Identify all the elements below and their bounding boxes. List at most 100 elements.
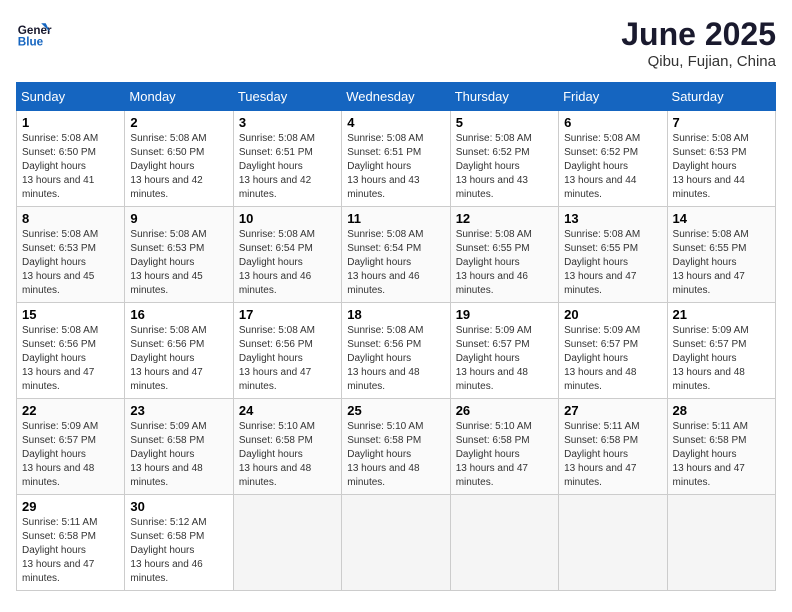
calendar-day-5: 5 Sunrise: 5:08 AM Sunset: 6:52 PM Dayli… <box>450 111 558 207</box>
day-info: Sunrise: 5:08 AM Sunset: 6:55 PM Dayligh… <box>673 228 770 298</box>
day-info: Sunrise: 5:08 AM Sunset: 6:53 PM Dayligh… <box>22 228 119 298</box>
day-info: Sunrise: 5:09 AM Sunset: 6:57 PM Dayligh… <box>564 324 661 394</box>
day-info: Sunrise: 5:08 AM Sunset: 6:54 PM Dayligh… <box>239 228 336 298</box>
calendar-day-18: 18 Sunrise: 5:08 AM Sunset: 6:56 PM Dayl… <box>342 303 450 399</box>
day-number: 13 <box>564 211 661 226</box>
calendar-day-25: 25 Sunrise: 5:10 AM Sunset: 6:58 PM Dayl… <box>342 399 450 495</box>
day-info: Sunrise: 5:08 AM Sunset: 6:56 PM Dayligh… <box>347 324 444 394</box>
day-number: 7 <box>673 115 770 130</box>
day-info: Sunrise: 5:09 AM Sunset: 6:58 PM Dayligh… <box>130 420 227 490</box>
day-info: Sunrise: 5:09 AM Sunset: 6:57 PM Dayligh… <box>673 324 770 394</box>
day-info: Sunrise: 5:08 AM Sunset: 6:56 PM Dayligh… <box>22 324 119 394</box>
day-number: 18 <box>347 307 444 322</box>
day-number: 14 <box>673 211 770 226</box>
day-number: 30 <box>130 499 227 514</box>
weekday-header-row: Sunday Monday Tuesday Wednesday Thursday… <box>17 83 776 111</box>
calendar-day-21: 21 Sunrise: 5:09 AM Sunset: 6:57 PM Dayl… <box>667 303 775 399</box>
calendar-day-28: 28 Sunrise: 5:11 AM Sunset: 6:58 PM Dayl… <box>667 399 775 495</box>
day-info: Sunrise: 5:10 AM Sunset: 6:58 PM Dayligh… <box>239 420 336 490</box>
calendar-day-17: 17 Sunrise: 5:08 AM Sunset: 6:56 PM Dayl… <box>233 303 341 399</box>
day-info: Sunrise: 5:08 AM Sunset: 6:55 PM Dayligh… <box>456 228 553 298</box>
day-info: Sunrise: 5:09 AM Sunset: 6:57 PM Dayligh… <box>456 324 553 394</box>
day-info: Sunrise: 5:09 AM Sunset: 6:57 PM Dayligh… <box>22 420 119 490</box>
header-monday: Monday <box>125 83 233 111</box>
calendar-week-row: 15 Sunrise: 5:08 AM Sunset: 6:56 PM Dayl… <box>17 303 776 399</box>
calendar-day-13: 13 Sunrise: 5:08 AM Sunset: 6:55 PM Dayl… <box>559 207 667 303</box>
calendar-day-3: 3 Sunrise: 5:08 AM Sunset: 6:51 PM Dayli… <box>233 111 341 207</box>
logo-icon: General Blue <box>16 16 52 52</box>
day-number: 17 <box>239 307 336 322</box>
calendar-empty-cell <box>342 495 450 591</box>
header-thursday: Thursday <box>450 83 558 111</box>
day-number: 10 <box>239 211 336 226</box>
day-info: Sunrise: 5:08 AM Sunset: 6:54 PM Dayligh… <box>347 228 444 298</box>
day-info: Sunrise: 5:11 AM Sunset: 6:58 PM Dayligh… <box>673 420 770 490</box>
day-number: 12 <box>456 211 553 226</box>
day-number: 4 <box>347 115 444 130</box>
calendar-empty-cell <box>667 495 775 591</box>
calendar-day-12: 12 Sunrise: 5:08 AM Sunset: 6:55 PM Dayl… <box>450 207 558 303</box>
month-title: June 2025 <box>621 16 776 53</box>
day-number: 20 <box>564 307 661 322</box>
calendar-empty-cell <box>450 495 558 591</box>
day-info: Sunrise: 5:10 AM Sunset: 6:58 PM Dayligh… <box>347 420 444 490</box>
calendar-day-23: 23 Sunrise: 5:09 AM Sunset: 6:58 PM Dayl… <box>125 399 233 495</box>
day-number: 23 <box>130 403 227 418</box>
calendar-day-11: 11 Sunrise: 5:08 AM Sunset: 6:54 PM Dayl… <box>342 207 450 303</box>
day-info: Sunrise: 5:08 AM Sunset: 6:50 PM Dayligh… <box>22 132 119 202</box>
calendar-empty-cell <box>559 495 667 591</box>
calendar-week-row: 8 Sunrise: 5:08 AM Sunset: 6:53 PM Dayli… <box>17 207 776 303</box>
calendar-week-row: 1 Sunrise: 5:08 AM Sunset: 6:50 PM Dayli… <box>17 111 776 207</box>
day-info: Sunrise: 5:08 AM Sunset: 6:51 PM Dayligh… <box>347 132 444 202</box>
calendar-day-24: 24 Sunrise: 5:10 AM Sunset: 6:58 PM Dayl… <box>233 399 341 495</box>
calendar-day-15: 15 Sunrise: 5:08 AM Sunset: 6:56 PM Dayl… <box>17 303 125 399</box>
day-info: Sunrise: 5:08 AM Sunset: 6:51 PM Dayligh… <box>239 132 336 202</box>
calendar-day-8: 8 Sunrise: 5:08 AM Sunset: 6:53 PM Dayli… <box>17 207 125 303</box>
calendar-day-27: 27 Sunrise: 5:11 AM Sunset: 6:58 PM Dayl… <box>559 399 667 495</box>
day-info: Sunrise: 5:11 AM Sunset: 6:58 PM Dayligh… <box>22 516 119 586</box>
calendar-day-9: 9 Sunrise: 5:08 AM Sunset: 6:53 PM Dayli… <box>125 207 233 303</box>
calendar-day-2: 2 Sunrise: 5:08 AM Sunset: 6:50 PM Dayli… <box>125 111 233 207</box>
calendar-day-10: 10 Sunrise: 5:08 AM Sunset: 6:54 PM Dayl… <box>233 207 341 303</box>
day-number: 8 <box>22 211 119 226</box>
header-wednesday: Wednesday <box>342 83 450 111</box>
calendar-day-1: 1 Sunrise: 5:08 AM Sunset: 6:50 PM Dayli… <box>17 111 125 207</box>
day-info: Sunrise: 5:10 AM Sunset: 6:58 PM Dayligh… <box>456 420 553 490</box>
day-number: 3 <box>239 115 336 130</box>
day-number: 21 <box>673 307 770 322</box>
day-number: 26 <box>456 403 553 418</box>
calendar-table: Sunday Monday Tuesday Wednesday Thursday… <box>16 82 776 591</box>
calendar-day-29: 29 Sunrise: 5:11 AM Sunset: 6:58 PM Dayl… <box>17 495 125 591</box>
day-number: 24 <box>239 403 336 418</box>
calendar-day-7: 7 Sunrise: 5:08 AM Sunset: 6:53 PM Dayli… <box>667 111 775 207</box>
calendar-week-row: 29 Sunrise: 5:11 AM Sunset: 6:58 PM Dayl… <box>17 495 776 591</box>
day-info: Sunrise: 5:08 AM Sunset: 6:50 PM Dayligh… <box>130 132 227 202</box>
day-number: 2 <box>130 115 227 130</box>
day-number: 16 <box>130 307 227 322</box>
location: Qibu, Fujian, China <box>621 53 776 70</box>
calendar-day-19: 19 Sunrise: 5:09 AM Sunset: 6:57 PM Dayl… <box>450 303 558 399</box>
day-number: 25 <box>347 403 444 418</box>
day-number: 29 <box>22 499 119 514</box>
day-number: 6 <box>564 115 661 130</box>
day-number: 5 <box>456 115 553 130</box>
day-number: 1 <box>22 115 119 130</box>
day-number: 9 <box>130 211 227 226</box>
header-saturday: Saturday <box>667 83 775 111</box>
day-info: Sunrise: 5:08 AM Sunset: 6:53 PM Dayligh… <box>673 132 770 202</box>
page-header: General Blue June 2025 Qibu, Fujian, Chi… <box>16 16 776 70</box>
day-number: 15 <box>22 307 119 322</box>
day-number: 11 <box>347 211 444 226</box>
day-info: Sunrise: 5:08 AM Sunset: 6:52 PM Dayligh… <box>564 132 661 202</box>
svg-text:Blue: Blue <box>18 36 44 49</box>
calendar-day-16: 16 Sunrise: 5:08 AM Sunset: 6:56 PM Dayl… <box>125 303 233 399</box>
logo: General Blue <box>16 16 52 52</box>
calendar-day-20: 20 Sunrise: 5:09 AM Sunset: 6:57 PM Dayl… <box>559 303 667 399</box>
calendar-day-6: 6 Sunrise: 5:08 AM Sunset: 6:52 PM Dayli… <box>559 111 667 207</box>
calendar-day-30: 30 Sunrise: 5:12 AM Sunset: 6:58 PM Dayl… <box>125 495 233 591</box>
header-friday: Friday <box>559 83 667 111</box>
calendar-day-4: 4 Sunrise: 5:08 AM Sunset: 6:51 PM Dayli… <box>342 111 450 207</box>
calendar-day-14: 14 Sunrise: 5:08 AM Sunset: 6:55 PM Dayl… <box>667 207 775 303</box>
day-info: Sunrise: 5:08 AM Sunset: 6:56 PM Dayligh… <box>239 324 336 394</box>
calendar-day-26: 26 Sunrise: 5:10 AM Sunset: 6:58 PM Dayl… <box>450 399 558 495</box>
